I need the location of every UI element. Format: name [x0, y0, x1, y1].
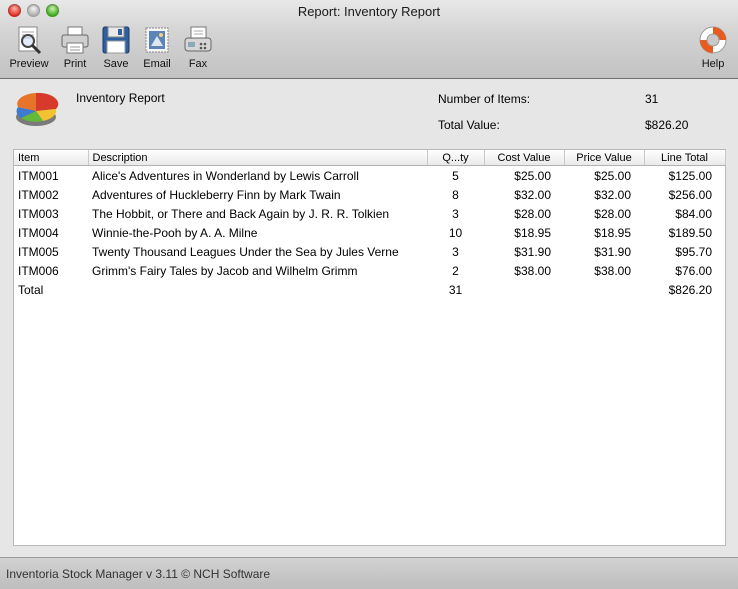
save-button[interactable]: Save: [94, 24, 138, 70]
column-header-line-total[interactable]: Line Total: [644, 150, 726, 166]
description-cell: Alice's Adventures in Wonderland by Lewi…: [92, 168, 359, 183]
line-total-cell: $256.00: [668, 187, 712, 202]
help-button[interactable]: Help: [691, 24, 735, 70]
item-cell: ITM004: [18, 225, 59, 240]
description-cell: Adventures of Huckleberry Finn by Mark T…: [92, 187, 341, 202]
number-of-items-value: 31: [645, 92, 659, 106]
email-button[interactable]: Email: [135, 24, 179, 70]
status-bar: Inventoria Stock Manager v 3.11 © NCH So…: [0, 557, 738, 589]
cost-value-cell: $38.00: [514, 263, 551, 278]
price-value-cell: $28.00: [594, 206, 631, 221]
column-header-quantity[interactable]: Q...ty: [427, 150, 485, 166]
price-value-cell: $32.00: [594, 187, 631, 202]
quantity-cell: 2: [452, 263, 459, 278]
total-label-cell: Total: [18, 282, 44, 297]
cost-value-cell: $18.95: [514, 225, 551, 240]
inventory-table[interactable]: Item Description Q...ty Cost Value Price…: [13, 149, 726, 546]
total-quantity-cell: 31: [448, 282, 463, 297]
table-header-row: Item Description Q...ty Cost Value Price…: [14, 150, 726, 166]
description-cell: Winnie-the-Pooh by A. A. Milne: [92, 225, 258, 240]
column-header-description[interactable]: Description: [88, 150, 428, 166]
total-value-value: $826.20: [645, 118, 689, 132]
preview-label: Preview: [9, 58, 49, 70]
cost-value-cell: $32.00: [514, 187, 551, 202]
quantity-cell: 5: [452, 168, 459, 183]
table-row[interactable]: ITM003 The Hobbit, or There and Back Aga…: [14, 204, 725, 223]
total-price-value-cell: [564, 280, 644, 299]
window-toolbar: Report: Inventory Report Preview Print S…: [0, 0, 738, 79]
line-total-cell: $189.50: [668, 225, 712, 240]
description-cell: Grimm's Fairy Tales by Jacob and Wilhelm…: [92, 263, 358, 278]
quantity-cell: 8: [452, 187, 459, 202]
total-cost-value-cell: [484, 280, 564, 299]
number-of-items-label: Number of Items:: [438, 92, 531, 106]
email-label: Email: [143, 58, 171, 70]
total-description-cell: [88, 280, 427, 299]
column-header-cost-value[interactable]: Cost Value: [484, 150, 565, 166]
fax-button[interactable]: Fax: [176, 24, 220, 70]
line-total-cell: $76.00: [675, 263, 712, 278]
print-label: Print: [63, 58, 87, 70]
magnifier-document-icon: [18, 26, 42, 55]
quantity-cell: 10: [448, 225, 463, 240]
preview-button[interactable]: Preview: [7, 24, 51, 70]
cost-value-cell: $31.90: [514, 244, 551, 259]
total-line-total-cell: $826.20: [668, 282, 712, 297]
description-cell: The Hobbit, or There and Back Again by J…: [92, 206, 390, 221]
status-text: Inventoria Stock Manager v 3.11 © NCH So…: [6, 567, 271, 581]
price-value-cell: $38.00: [594, 263, 631, 278]
table-row[interactable]: ITM004 Winnie-the-Pooh by A. A. Milne 10…: [14, 223, 725, 242]
table-row[interactable]: ITM002 Adventures of Huckleberry Finn by…: [14, 185, 725, 204]
stamp-envelope-icon: [145, 27, 169, 53]
price-value-cell: $18.95: [594, 225, 631, 240]
line-total-cell: $95.70: [675, 244, 712, 259]
window-title: Report: Inventory Report: [297, 4, 441, 19]
floppy-disk-icon: [102, 26, 130, 54]
lifebuoy-icon: [699, 26, 727, 54]
report-title: Inventory Report: [76, 91, 165, 105]
item-cell: ITM001: [18, 168, 59, 183]
report-content: Inventory Report Number of Items: 31 Tot…: [0, 79, 738, 557]
print-button[interactable]: Print: [53, 24, 97, 70]
fax-machine-icon: [184, 26, 212, 52]
pie-chart-icon: [16, 92, 59, 126]
quantity-cell: 3: [452, 206, 459, 221]
item-cell: ITM006: [18, 263, 59, 278]
total-value-label: Total Value:: [438, 118, 500, 132]
column-header-price-value[interactable]: Price Value: [564, 150, 645, 166]
item-cell: ITM005: [18, 244, 59, 259]
cost-value-cell: $28.00: [514, 206, 551, 221]
table-row[interactable]: ITM006 Grimm's Fairy Tales by Jacob and …: [14, 261, 725, 280]
quantity-cell: 3: [452, 244, 459, 259]
item-cell: ITM003: [18, 206, 59, 221]
description-cell: Twenty Thousand Leagues Under the Sea by…: [92, 244, 399, 259]
column-header-item[interactable]: Item: [14, 150, 89, 166]
item-cell: ITM002: [18, 187, 59, 202]
table-row[interactable]: ITM005 Twenty Thousand Leagues Under the…: [14, 242, 725, 261]
fax-label: Fax: [188, 58, 208, 70]
cost-value-cell: $25.00: [514, 168, 551, 183]
table-total-row[interactable]: Total 31 $826.20: [14, 280, 725, 299]
line-total-cell: $125.00: [668, 168, 712, 183]
printer-icon: [61, 26, 89, 54]
help-label: Help: [701, 58, 725, 70]
price-value-cell: $25.00: [594, 168, 631, 183]
line-total-cell: $84.00: [675, 206, 712, 221]
table-row[interactable]: ITM001 Alice's Adventures in Wonderland …: [14, 166, 725, 186]
save-label: Save: [103, 58, 129, 70]
price-value-cell: $31.90: [594, 244, 631, 259]
